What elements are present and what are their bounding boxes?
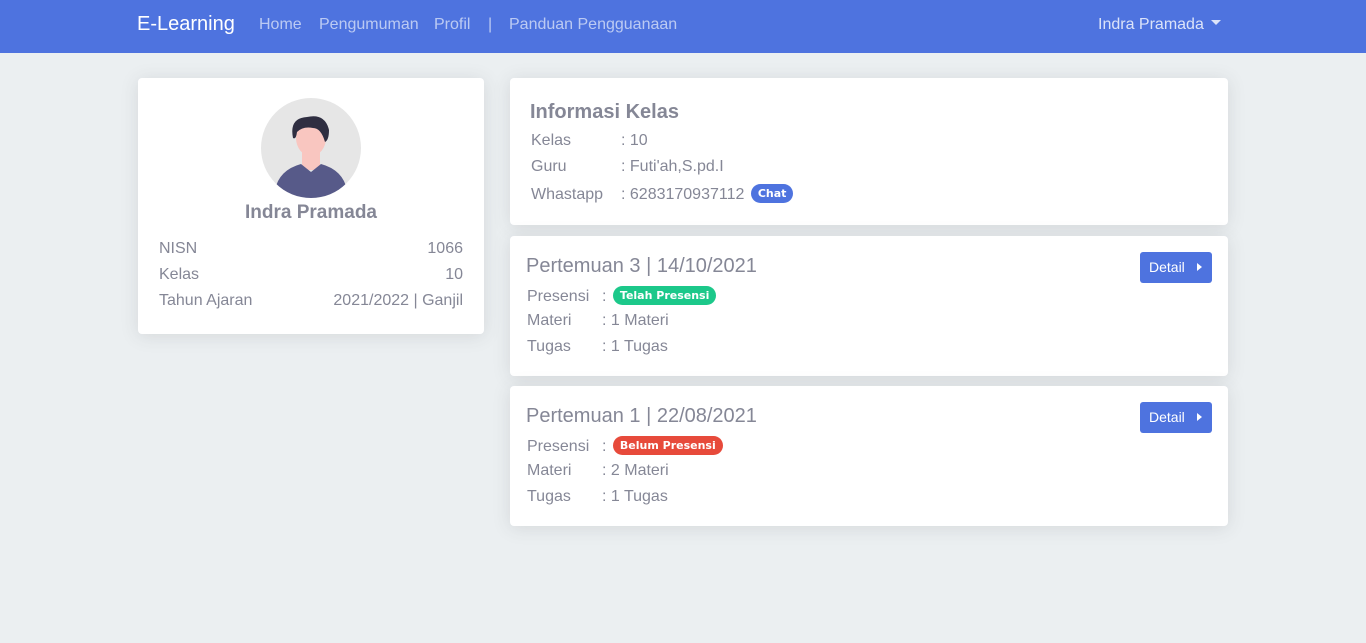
- profile-card: Indra Pramada NISN 1066 Kelas 10 Tahun A…: [138, 78, 484, 334]
- profile-row-label: Kelas: [159, 266, 200, 283]
- meeting-label: Tugas: [527, 488, 571, 505]
- chat-badge-link[interactable]: Chat: [750, 184, 794, 203]
- info-label: Kelas: [531, 132, 572, 149]
- meeting-title: Pertemuan 1 | 22/08/2021: [526, 405, 757, 427]
- class-info-title: Informasi Kelas: [530, 101, 679, 123]
- profile-row-kelas: Kelas 10: [159, 266, 463, 284]
- meeting-label: Presensi: [527, 438, 590, 455]
- nav-divider: |: [488, 16, 493, 33]
- profile-row-value: 2021/2022 | Ganjil: [333, 292, 463, 309]
- meeting-value: : 2 Materi: [602, 462, 669, 479]
- user-dropdown[interactable]: Indra Pramada: [1098, 16, 1221, 34]
- class-info-row-guru: Guru : Futi'ah,S.pd.I: [531, 158, 724, 176]
- meeting-label: Materi: [527, 312, 572, 329]
- nav-profil[interactable]: Profil: [434, 16, 470, 34]
- meeting-label: Tugas: [527, 338, 571, 355]
- meeting-card: Pertemuan 1 | 22/08/2021 Detail Presensi…: [510, 386, 1228, 526]
- brand-link[interactable]: E-Learning: [137, 13, 235, 36]
- meeting-value: : 1 Materi: [602, 312, 669, 329]
- info-label: Whastapp: [531, 186, 604, 203]
- meeting-row-materi: Materi : 1 Materi: [527, 312, 669, 330]
- user-name: Indra Pramada: [1098, 16, 1204, 33]
- meeting-card: Pertemuan 3 | 14/10/2021 Detail Presensi…: [510, 236, 1228, 376]
- nav-home[interactable]: Home: [259, 16, 302, 34]
- class-info-row-whatsapp: Whastapp : 6283170937112 Chat: [531, 184, 794, 204]
- meeting-row-presensi: Presensi: Belum Presensi: [527, 436, 723, 456]
- profile-row-value: 1066: [427, 240, 463, 257]
- meeting-label: Materi: [527, 462, 572, 479]
- meeting-row-tugas: Tugas : 1 Tugas: [527, 338, 668, 356]
- info-label: Guru: [531, 158, 567, 175]
- detail-button-label: Detail: [1149, 259, 1185, 275]
- nav-pengumuman[interactable]: Pengumuman: [319, 16, 419, 34]
- nav-panduan[interactable]: Panduan Pengguanaan: [509, 16, 677, 34]
- top-navbar: E-Learning Home Pengumuman Profil | Pand…: [0, 0, 1366, 53]
- info-value: : Futi'ah,S.pd.I: [621, 158, 724, 175]
- meeting-label: Presensi: [527, 288, 590, 305]
- meeting-separator: :: [602, 288, 607, 305]
- profile-row-label: Tahun Ajaran: [159, 292, 253, 309]
- user-avatar-icon: [275, 116, 347, 198]
- info-value: : 6283170937112: [621, 186, 745, 203]
- caret-right-icon: [1197, 413, 1202, 421]
- profile-row-value: 10: [445, 266, 463, 283]
- info-value: : 10: [621, 132, 648, 149]
- profile-name: Indra Pramada: [245, 202, 377, 223]
- class-info-card: Informasi Kelas Kelas : 10 Guru : Futi'ah,…: [510, 78, 1228, 225]
- detail-button[interactable]: Detail: [1140, 252, 1212, 283]
- caret-right-icon: [1197, 263, 1202, 271]
- meeting-separator: :: [602, 438, 607, 455]
- caret-down-icon: [1210, 20, 1221, 25]
- detail-button[interactable]: Detail: [1140, 402, 1212, 433]
- meeting-value: : 1 Tugas: [602, 488, 668, 505]
- meeting-title: Pertemuan 3 | 14/10/2021: [526, 255, 757, 277]
- attendance-status-badge: Belum Presensi: [612, 436, 723, 455]
- meeting-value: : 1 Tugas: [602, 338, 668, 355]
- profile-row-tahun-ajaran: Tahun Ajaran 2021/2022 | Ganjil: [159, 292, 463, 310]
- meeting-row-materi: Materi : 2 Materi: [527, 462, 669, 480]
- avatar: [261, 98, 361, 198]
- meeting-row-tugas: Tugas : 1 Tugas: [527, 488, 668, 506]
- profile-row-label: NISN: [159, 240, 198, 257]
- class-info-row-kelas: Kelas : 10: [531, 132, 648, 150]
- profile-row-nisn: NISN 1066: [159, 240, 463, 258]
- attendance-status-badge: Telah Presensi: [612, 286, 717, 305]
- meeting-row-presensi: Presensi: Telah Presensi: [527, 286, 717, 306]
- detail-button-label: Detail: [1149, 409, 1185, 425]
